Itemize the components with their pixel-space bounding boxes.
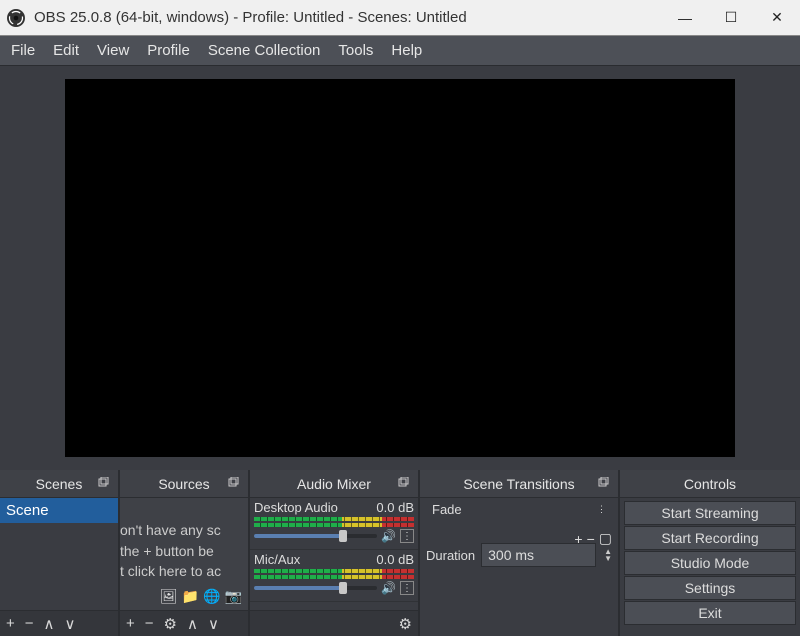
sources-move-down-button[interactable]: ∨ (208, 615, 219, 633)
preview-area (0, 66, 800, 470)
studio-mode-button[interactable]: Studio Mode (624, 551, 796, 575)
channel-level: 0.0 dB (376, 552, 414, 567)
sources-type-icons: 🖼 📁 🌐 📷 (160, 586, 242, 606)
scene-item[interactable]: Scene (0, 498, 118, 523)
settings-button[interactable]: Settings (624, 576, 796, 600)
audio-meter (254, 523, 414, 527)
sources-move-up-button[interactable]: ∧ (187, 615, 198, 633)
channel-name: Desktop Audio (254, 500, 338, 515)
transition-properties-button[interactable]: ▢ (599, 530, 612, 547)
start-streaming-button[interactable]: Start Streaming (624, 501, 796, 525)
mixer-settings-button[interactable]: ⚙ (399, 615, 412, 633)
controls-header: Controls (620, 470, 800, 498)
exit-button[interactable]: Exit (624, 601, 796, 625)
dropdown-icon: ⋮ (597, 504, 606, 515)
scenes-move-up-button[interactable]: ∧ (44, 615, 55, 633)
scenes-move-down-button[interactable]: ∨ (65, 615, 76, 633)
mute-button[interactable]: 🔊 (381, 581, 396, 595)
mixer-title: Audio Mixer (297, 476, 371, 492)
transitions-popout-icon[interactable] (594, 474, 612, 492)
image-icon: 🖼 (160, 586, 178, 606)
sources-properties-button[interactable]: ⚙ (164, 615, 177, 633)
mixer-header: Audio Mixer (250, 470, 418, 498)
menu-profile[interactable]: Profile (138, 38, 199, 63)
spin-down-icon[interactable]: ▼ (604, 555, 612, 562)
title-bar: OBS 25.0.8 (64-bit, windows) - Profile: … (0, 0, 800, 36)
duration-spinner[interactable]: ▲ ▼ (604, 548, 612, 562)
globe-icon: 🌐 (203, 586, 220, 606)
window-minimize-button[interactable]: — (662, 0, 708, 36)
controls-dock: Controls Start Streaming Start Recording… (620, 470, 800, 636)
scenes-remove-button[interactable]: − (25, 615, 34, 632)
audio-mixer-dock: Audio Mixer Desktop Audio 0.0 dB 🔊 ⋮ (250, 470, 420, 636)
sources-placeholder: on't have any sc the + button be t click… (120, 520, 244, 581)
menu-edit[interactable]: Edit (44, 38, 88, 63)
obs-logo-icon (6, 8, 26, 28)
menu-scene-collection[interactable]: Scene Collection (199, 38, 330, 63)
volume-slider[interactable] (254, 586, 377, 590)
duration-value: 300 ms (488, 547, 534, 563)
transition-select[interactable]: Fade ⋮ (426, 502, 612, 517)
audio-meter (254, 517, 414, 521)
audio-meter (254, 569, 414, 573)
sources-remove-button[interactable]: − (145, 615, 154, 632)
transition-current: Fade (432, 502, 462, 517)
sources-dock: Sources on't have any sc the + button be… (120, 470, 250, 636)
scenes-popout-icon[interactable] (94, 474, 112, 492)
mixer-channel: Mic/Aux 0.0 dB 🔊 ⋮ (250, 550, 418, 602)
sources-add-button[interactable]: + (126, 615, 135, 632)
sources-toolbar: + − ⚙ ∧ ∨ (120, 610, 248, 636)
menu-help[interactable]: Help (382, 38, 431, 63)
window-close-button[interactable]: ✕ (754, 0, 800, 36)
controls-body: Start Streaming Start Recording Studio M… (620, 498, 800, 636)
sources-header: Sources (120, 470, 248, 498)
mixer-body: Desktop Audio 0.0 dB 🔊 ⋮ Mic/Aux 0.0 dB (250, 498, 418, 610)
menu-file[interactable]: File (2, 38, 44, 63)
channel-level: 0.0 dB (376, 500, 414, 515)
scenes-list[interactable]: Scene (0, 498, 118, 610)
scenes-toolbar: + − ∧ ∨ (0, 610, 118, 636)
menu-tools[interactable]: Tools (329, 38, 382, 63)
mixer-popout-icon[interactable] (394, 474, 412, 492)
window-maximize-button[interactable]: ☐ (708, 0, 754, 36)
controls-title: Controls (684, 476, 736, 492)
duration-label: Duration (426, 548, 475, 563)
menu-view[interactable]: View (88, 38, 138, 63)
channel-name: Mic/Aux (254, 552, 300, 567)
preview-canvas[interactable] (65, 79, 735, 457)
scenes-dock: Scenes Scene + − ∧ ∨ (0, 470, 120, 636)
mixer-channel: Desktop Audio 0.0 dB 🔊 ⋮ (250, 498, 418, 550)
sources-title: Sources (158, 476, 209, 492)
dock-row: Scenes Scene + − ∧ ∨ Sources on't have a… (0, 470, 800, 636)
scenes-add-button[interactable]: + (6, 615, 15, 632)
mixer-toolbar: ⚙ (250, 610, 418, 636)
transitions-title: Scene Transitions (463, 476, 574, 492)
transitions-body: Fade ⋮ + − ▢ Duration 300 ms ▲ ▼ (420, 498, 618, 636)
sources-list[interactable]: on't have any sc the + button be t click… (120, 498, 248, 610)
window-title: OBS 25.0.8 (64-bit, windows) - Profile: … (34, 9, 467, 26)
audio-meter (254, 575, 414, 579)
channel-options-button[interactable]: ⋮ (400, 529, 414, 543)
start-recording-button[interactable]: Start Recording (624, 526, 796, 550)
menu-bar: File Edit View Profile Scene Collection … (0, 36, 800, 66)
sources-popout-icon[interactable] (224, 474, 242, 492)
transition-add-button[interactable]: + (574, 531, 582, 547)
channel-options-button[interactable]: ⋮ (400, 581, 414, 595)
scenes-title: Scenes (36, 476, 83, 492)
mute-button[interactable]: 🔊 (381, 529, 396, 543)
camera-icon: 📷 (225, 586, 242, 606)
transitions-dock: Scene Transitions Fade ⋮ + − ▢ Duration … (420, 470, 620, 636)
scenes-header: Scenes (0, 470, 118, 498)
folder-icon: 📁 (182, 586, 199, 606)
transition-remove-button[interactable]: − (587, 531, 595, 547)
volume-slider[interactable] (254, 534, 377, 538)
transitions-header: Scene Transitions (420, 470, 618, 498)
